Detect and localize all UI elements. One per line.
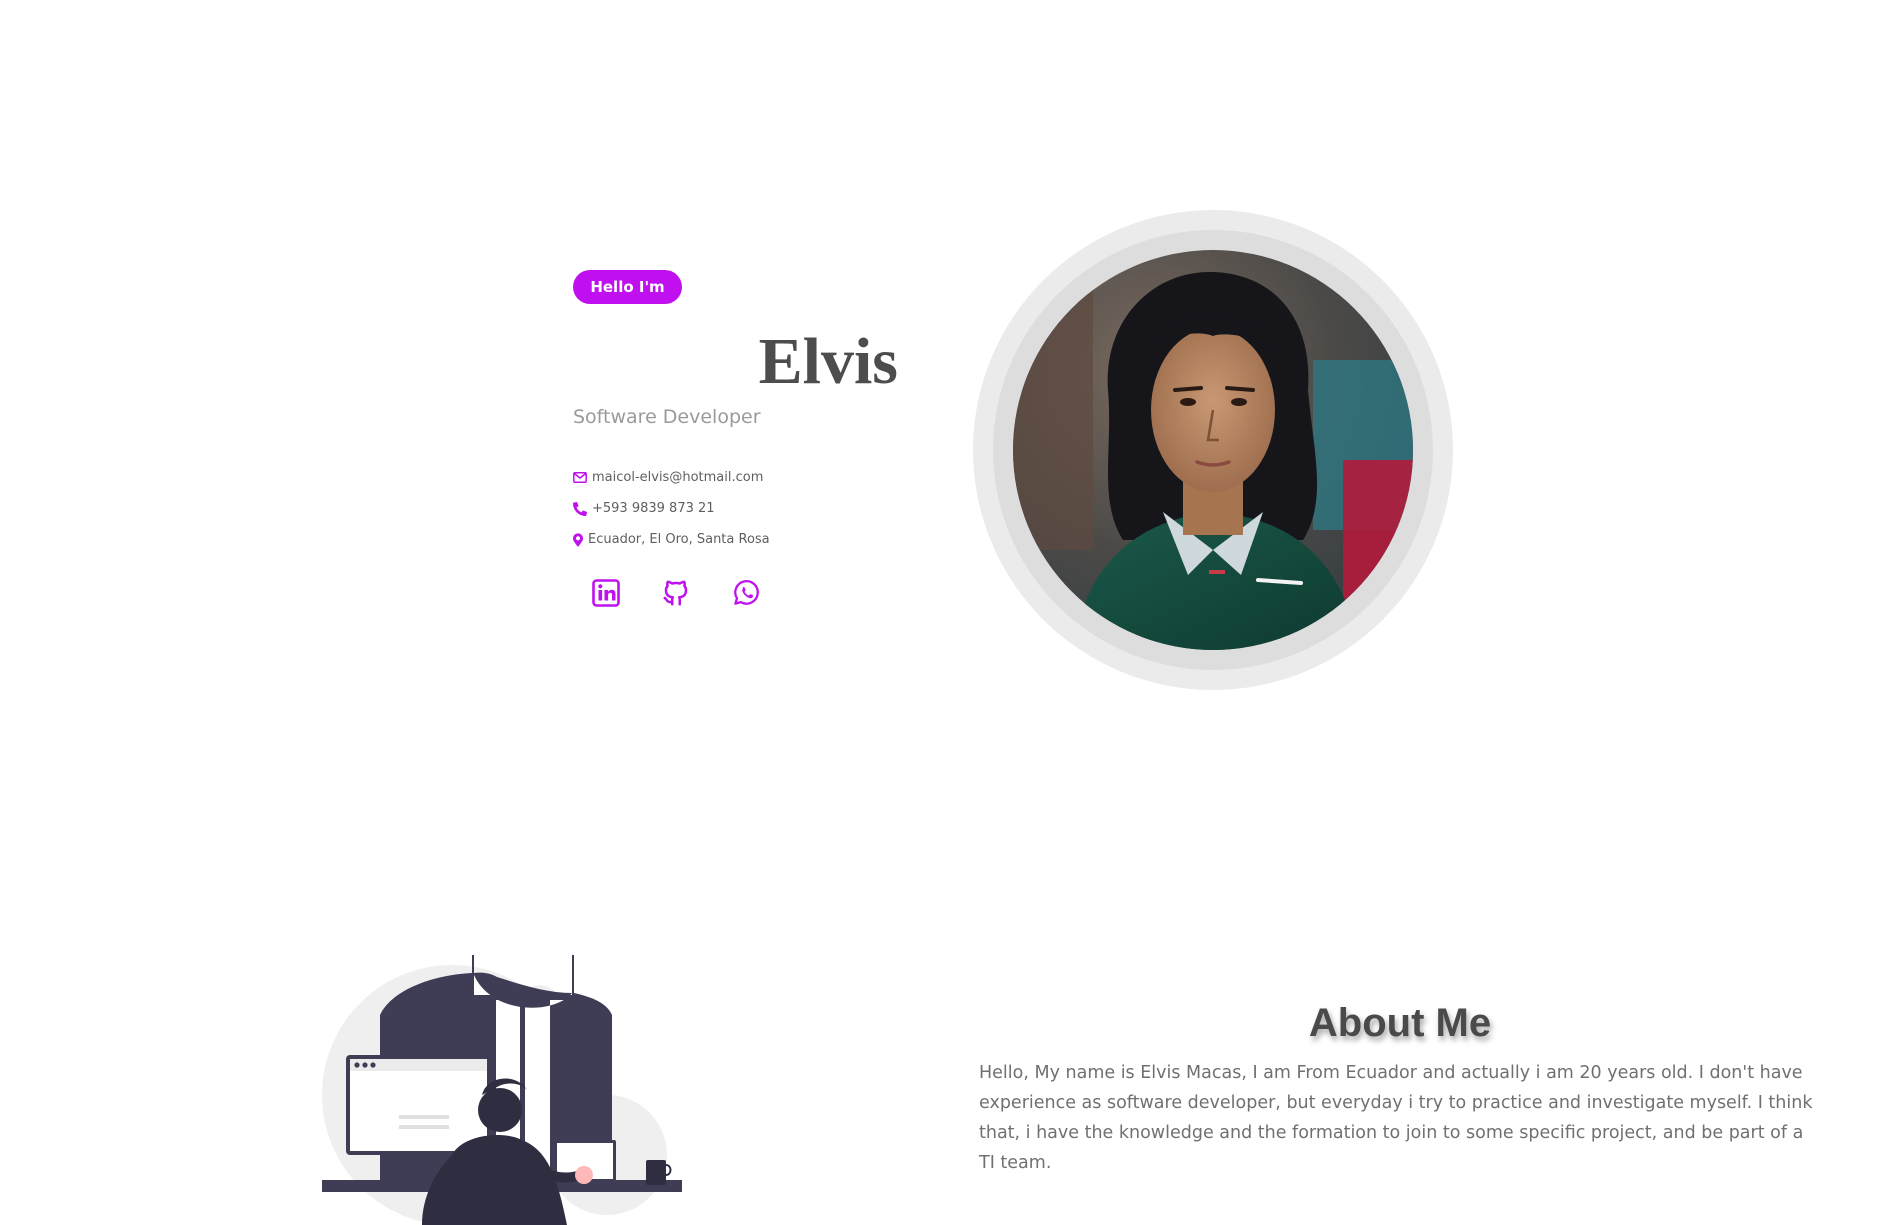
portfolio-page: Hello I'm Elvis Software Developer maico… xyxy=(0,0,1900,1225)
hello-badge[interactable]: Hello I'm xyxy=(573,270,682,304)
contact-phone-text: +593 9839 873 21 xyxy=(592,501,715,516)
github-icon xyxy=(663,580,688,606)
phone-icon xyxy=(573,501,592,516)
contact-email[interactable]: maicol-elvis@hotmail.com xyxy=(573,462,770,493)
contact-phone[interactable]: +593 9839 873 21 xyxy=(573,493,770,524)
social-links xyxy=(591,578,761,608)
about-illustration xyxy=(322,955,682,1225)
about-paragraph: Hello, My name is Elvis Macas, I am From… xyxy=(979,1063,1813,1173)
hero-role: Software Developer xyxy=(573,406,761,428)
github-link[interactable] xyxy=(661,578,691,608)
whatsapp-icon xyxy=(734,580,759,605)
linkedin-icon xyxy=(592,579,620,607)
contact-list: maicol-elvis@hotmail.com +593 9839 873 2… xyxy=(573,462,770,555)
contact-email-text: maicol-elvis@hotmail.com xyxy=(592,470,764,485)
profile-photo-frame xyxy=(973,210,1453,690)
map-pin-icon xyxy=(573,532,588,547)
whatsapp-link[interactable] xyxy=(731,578,761,608)
profile-photo xyxy=(1013,250,1413,650)
envelope-icon xyxy=(573,472,592,483)
contact-location-text: Ecuador, El Oro, Santa Rosa xyxy=(588,532,770,547)
hero-name: Elvis xyxy=(758,325,898,398)
linkedin-link[interactable] xyxy=(591,578,621,608)
contact-location: Ecuador, El Oro, Santa Rosa xyxy=(573,524,770,555)
about-title: About Me xyxy=(1308,1001,1492,1046)
